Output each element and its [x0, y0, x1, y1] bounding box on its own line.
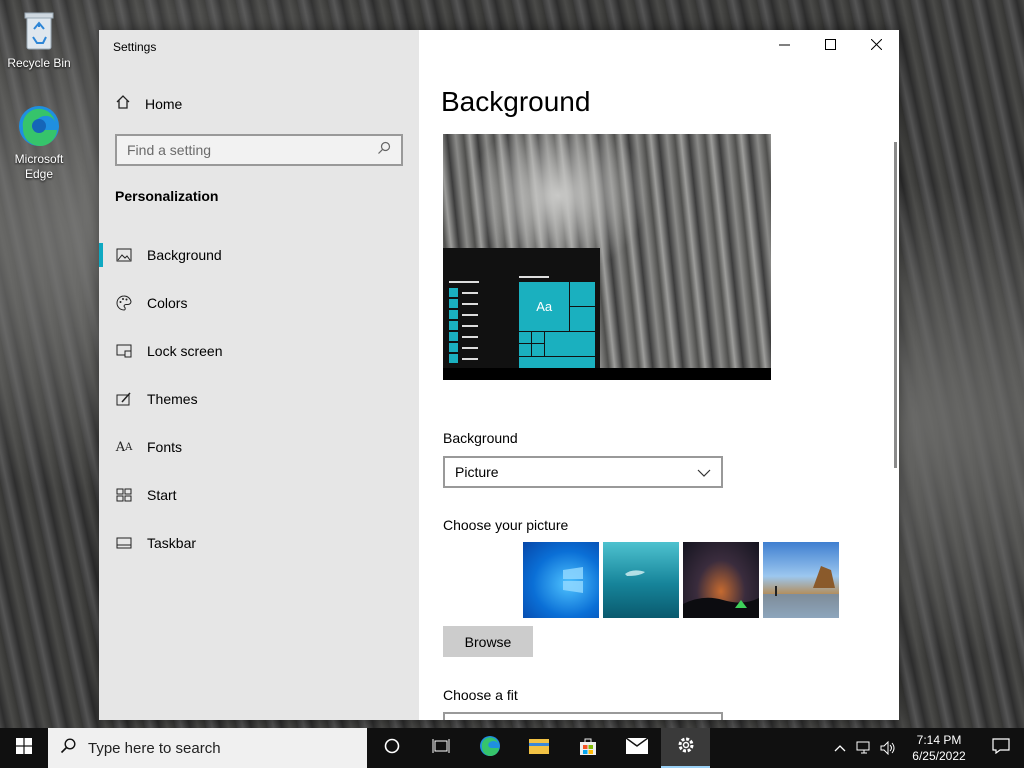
notification-icon	[992, 737, 1010, 759]
choose-fit-dropdown[interactable]	[443, 712, 723, 720]
preview-tile-text: Aa	[519, 282, 570, 331]
sidebar-item-label: Background	[147, 247, 222, 263]
sidebar-item-themes[interactable]: Themes	[99, 375, 419, 423]
desktop-icon-label: Recycle Bin	[7, 56, 71, 70]
close-button[interactable]	[853, 30, 899, 62]
taskbar-settings[interactable]	[661, 728, 710, 768]
start-button[interactable]	[0, 728, 48, 768]
browse-button[interactable]: Browse	[443, 626, 533, 657]
fonts-icon: AA	[115, 439, 133, 455]
edge-icon	[479, 735, 501, 762]
section-title: Personalization	[115, 188, 219, 204]
palette-icon	[115, 294, 133, 312]
search-icon	[60, 738, 76, 758]
picture-thumbnails	[523, 542, 839, 618]
sidebar-nav: Background Colors Lock screen Themes AA …	[99, 231, 419, 567]
settings-window: Settings Home Personalization Background…	[99, 30, 899, 720]
choose-picture-label: Choose your picture	[443, 517, 569, 533]
image-icon	[115, 246, 133, 264]
desktop-icon-recycle-bin[interactable]: Recycle Bin	[0, 8, 78, 71]
window-controls	[761, 30, 899, 62]
desktop-icon-label: Microsoft Edge	[14, 152, 64, 181]
picture-thumbnail-windows[interactable]	[523, 542, 599, 618]
picture-thumbnail-night-sky[interactable]	[683, 542, 759, 618]
maximize-icon	[824, 37, 836, 55]
preview-taskbar	[443, 368, 771, 380]
find-setting-search[interactable]	[115, 134, 403, 166]
file-explorer-icon	[528, 737, 550, 760]
home-icon	[115, 94, 131, 113]
taskbar-edge[interactable]	[465, 728, 514, 768]
sidebar-item-label: Lock screen	[147, 343, 223, 359]
sidebar-item-label: Taskbar	[147, 535, 197, 551]
lock-screen-icon	[115, 342, 133, 360]
store-icon	[578, 736, 598, 761]
sidebar: Settings Home Personalization Background…	[99, 30, 419, 720]
sidebar-item-label: Start	[147, 487, 177, 503]
taskbar-mail[interactable]	[612, 728, 661, 768]
volume-icon[interactable]	[876, 728, 900, 768]
minimize-icon	[778, 37, 790, 55]
main-content: Background Aa Background Picture Choose …	[419, 30, 899, 720]
sidebar-item-colors[interactable]: Colors	[99, 279, 419, 327]
background-type-value: Picture	[455, 464, 499, 480]
clock-time: 7:14 PM	[916, 733, 962, 747]
system-tray: 7:14 PM 6/25/2022	[828, 728, 1024, 768]
find-setting-input[interactable]	[127, 142, 377, 158]
preview-start-menu: Aa	[443, 248, 600, 368]
background-type-dropdown[interactable]: Picture	[443, 456, 723, 488]
cortana-button[interactable]	[367, 728, 416, 768]
notifications-button[interactable]	[978, 728, 1024, 768]
picture-thumbnail-underwater[interactable]	[603, 542, 679, 618]
close-icon	[870, 37, 882, 55]
task-view-icon	[432, 738, 450, 759]
search-icon[interactable]	[377, 141, 391, 160]
edge-icon	[17, 104, 61, 148]
recycle-bin-icon	[17, 8, 61, 52]
taskbar-store[interactable]	[563, 728, 612, 768]
window-title: Settings	[113, 40, 157, 54]
chevron-up-icon[interactable]	[828, 728, 852, 768]
sidebar-item-label: Fonts	[147, 439, 183, 455]
themes-icon	[115, 390, 133, 408]
start-icon	[115, 486, 133, 504]
settings-icon	[676, 735, 696, 760]
clock-date: 6/25/2022	[912, 749, 966, 763]
chevron-down-icon	[697, 464, 711, 480]
sidebar-item-fonts[interactable]: AA Fonts	[99, 423, 419, 471]
sidebar-item-background[interactable]: Background	[99, 231, 419, 279]
preview-tiles: Aa	[519, 282, 595, 368]
windows-logo-icon	[563, 567, 583, 593]
choose-fit-label: Choose a fit	[443, 687, 518, 703]
sidebar-item-lock-screen[interactable]: Lock screen	[99, 327, 419, 375]
taskbar-search-placeholder: Type here to search	[88, 739, 221, 757]
background-label: Background	[443, 430, 518, 446]
desktop-icon-edge[interactable]: Microsoft Edge	[0, 104, 78, 182]
cortana-icon	[384, 738, 400, 759]
sidebar-item-start[interactable]: Start	[99, 471, 419, 519]
sidebar-item-label: Colors	[147, 295, 188, 311]
sidebar-item-taskbar[interactable]: Taskbar	[99, 519, 419, 567]
mail-icon	[625, 736, 648, 759]
picture-thumbnail-beach[interactable]	[763, 542, 839, 618]
windows-logo-icon	[16, 737, 32, 759]
taskbar-search[interactable]: Type here to search	[48, 728, 367, 768]
taskbar-icon	[115, 534, 133, 552]
page-title: Background	[441, 86, 591, 117]
clock[interactable]: 7:14 PM 6/25/2022	[900, 732, 978, 764]
home-link[interactable]: Home	[115, 94, 182, 113]
taskbar: Type here to search 7:14 PM 6/25/2022	[0, 728, 1024, 768]
task-view-button[interactable]	[416, 728, 465, 768]
minimize-button[interactable]	[761, 30, 807, 62]
taskbar-file-explorer[interactable]	[514, 728, 563, 768]
maximize-button[interactable]	[807, 30, 853, 62]
sidebar-item-label: Themes	[147, 391, 198, 407]
scrollbar[interactable]	[894, 142, 897, 468]
background-preview: Aa	[443, 134, 771, 380]
home-label: Home	[145, 95, 183, 112]
preview-app-list	[449, 276, 479, 364]
network-icon[interactable]	[852, 728, 876, 768]
